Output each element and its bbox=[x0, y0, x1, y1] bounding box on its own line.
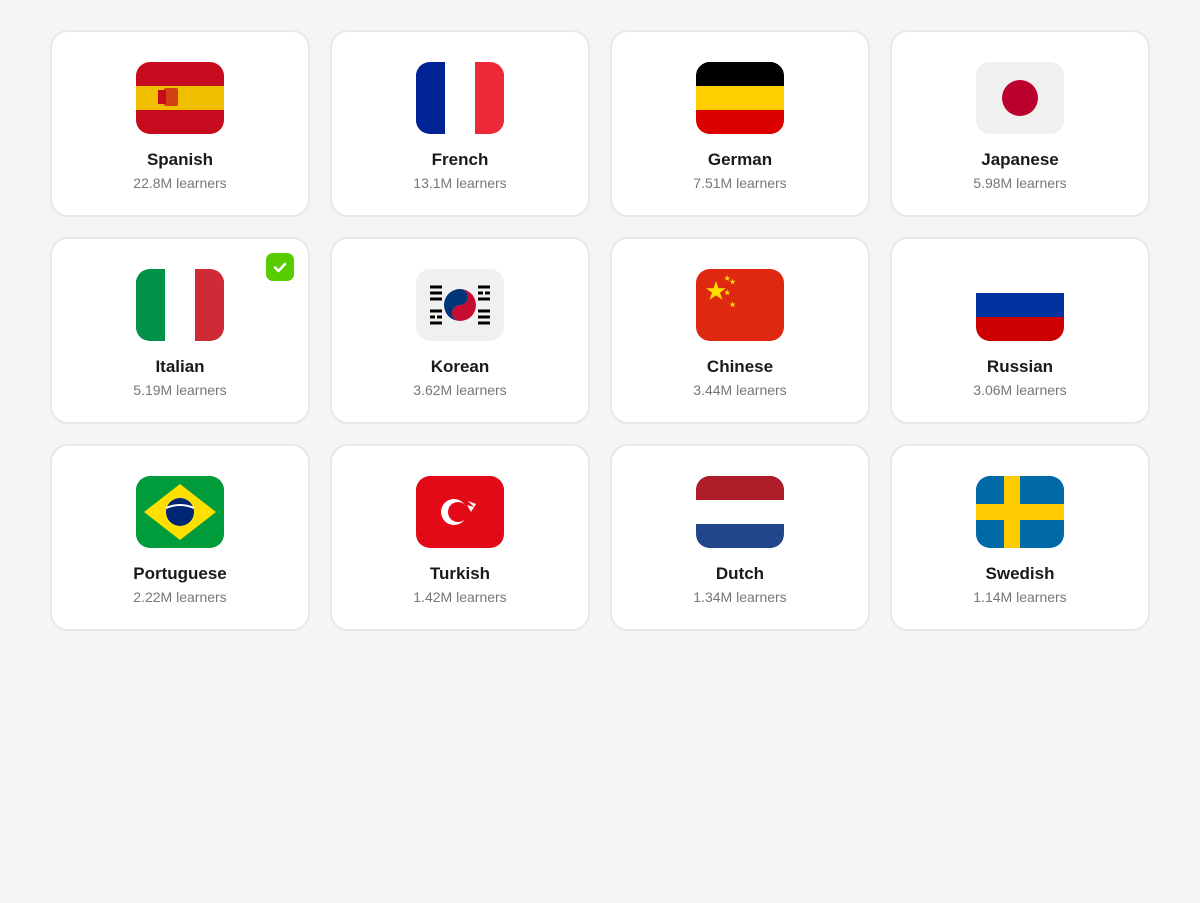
learners-count-french: 13.1M learners bbox=[413, 175, 506, 191]
language-card-chinese[interactable]: Chinese 3.44M learners bbox=[610, 237, 870, 424]
flag-chinese bbox=[696, 269, 784, 341]
learners-count-chinese: 3.44M learners bbox=[693, 382, 786, 398]
language-name-dutch: Dutch bbox=[716, 564, 764, 584]
learners-count-russian: 3.06M learners bbox=[973, 382, 1066, 398]
language-name-korean: Korean bbox=[431, 357, 490, 377]
language-name-portuguese: Portuguese bbox=[133, 564, 227, 584]
learners-count-dutch: 1.34M learners bbox=[693, 589, 786, 605]
learners-count-turkish: 1.42M learners bbox=[413, 589, 506, 605]
learners-count-italian: 5.19M learners bbox=[133, 382, 226, 398]
flag-french bbox=[416, 62, 504, 134]
language-name-japanese: Japanese bbox=[981, 150, 1059, 170]
learners-count-korean: 3.62M learners bbox=[413, 382, 506, 398]
flag-russian bbox=[976, 269, 1064, 341]
language-name-chinese: Chinese bbox=[707, 357, 773, 377]
language-card-spanish[interactable]: Spanish 22.8M learners bbox=[50, 30, 310, 217]
flag-turkish bbox=[416, 476, 504, 548]
language-grid: Spanish 22.8M learners French 13.1M lear… bbox=[50, 30, 1150, 631]
selected-checkmark bbox=[266, 253, 294, 281]
language-name-german: German bbox=[708, 150, 772, 170]
language-card-swedish[interactable]: Swedish 1.14M learners bbox=[890, 444, 1150, 631]
flag-swedish bbox=[976, 476, 1064, 548]
language-name-french: French bbox=[432, 150, 489, 170]
language-name-italian: Italian bbox=[155, 357, 204, 377]
flag-italian bbox=[136, 269, 224, 341]
language-name-swedish: Swedish bbox=[986, 564, 1055, 584]
language-card-japanese[interactable]: Japanese 5.98M learners bbox=[890, 30, 1150, 217]
language-card-korean[interactable]: Korean 3.62M learners bbox=[330, 237, 590, 424]
learners-count-japanese: 5.98M learners bbox=[973, 175, 1066, 191]
flag-japanese bbox=[976, 62, 1064, 134]
learners-count-german: 7.51M learners bbox=[693, 175, 786, 191]
language-card-portuguese[interactable]: Portuguese 2.22M learners bbox=[50, 444, 310, 631]
flag-portuguese bbox=[136, 476, 224, 548]
language-card-italian[interactable]: Italian 5.19M learners bbox=[50, 237, 310, 424]
flag-korean bbox=[416, 269, 504, 341]
language-card-dutch[interactable]: Dutch 1.34M learners bbox=[610, 444, 870, 631]
language-name-spanish: Spanish bbox=[147, 150, 213, 170]
flag-spanish bbox=[136, 62, 224, 134]
language-card-russian[interactable]: Russian 3.06M learners bbox=[890, 237, 1150, 424]
flag-german bbox=[696, 62, 784, 134]
language-card-german[interactable]: German 7.51M learners bbox=[610, 30, 870, 217]
learners-count-spanish: 22.8M learners bbox=[133, 175, 226, 191]
flag-dutch bbox=[696, 476, 784, 548]
learners-count-portuguese: 2.22M learners bbox=[133, 589, 226, 605]
language-card-french[interactable]: French 13.1M learners bbox=[330, 30, 590, 217]
learners-count-swedish: 1.14M learners bbox=[973, 589, 1066, 605]
language-name-russian: Russian bbox=[987, 357, 1053, 377]
language-card-turkish[interactable]: Turkish 1.42M learners bbox=[330, 444, 590, 631]
language-name-turkish: Turkish bbox=[430, 564, 490, 584]
